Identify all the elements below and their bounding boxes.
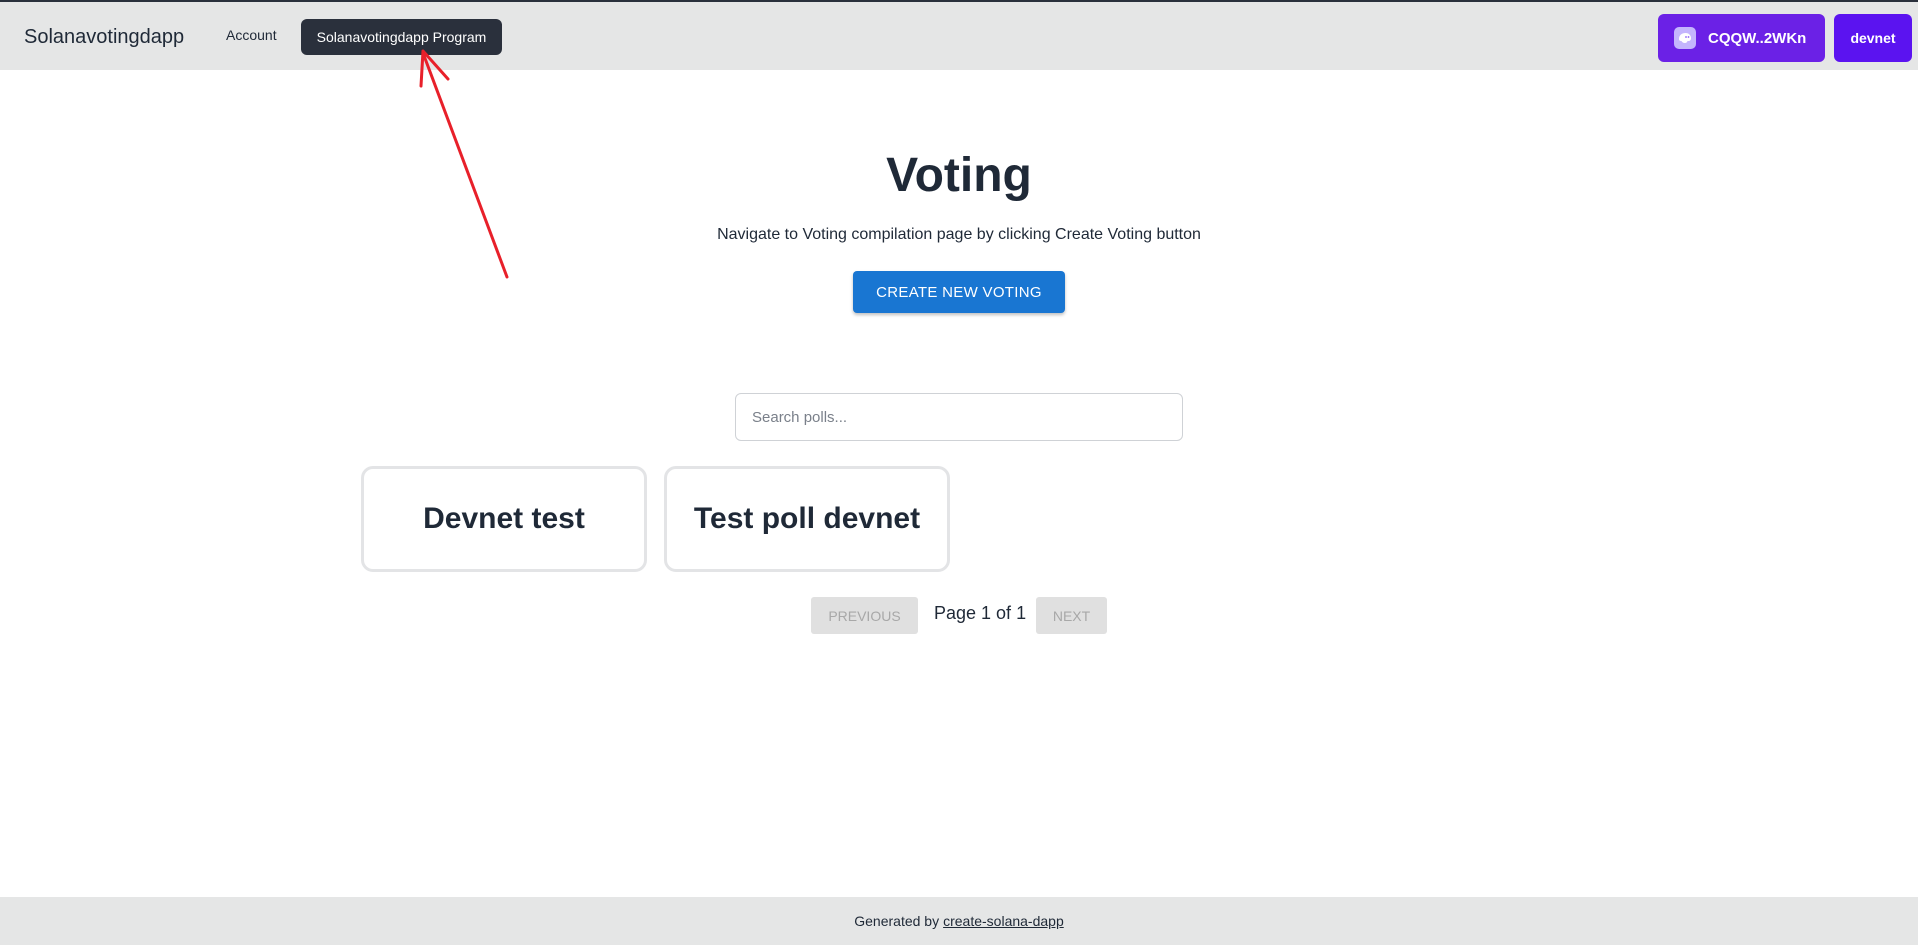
poll-card[interactable]: Devnet test [361,466,647,572]
brand-logo[interactable]: Solanavotingdapp [24,26,184,49]
cluster-button[interactable]: devnet [1834,14,1912,62]
red-arrow-icon [419,49,509,279]
create-voting-button[interactable]: CREATE NEW VOTING [853,271,1065,313]
ghost-icon [1674,27,1696,49]
page-indicator: Page 1 of 1 [934,603,1027,623]
wallet-button[interactable]: CQQW..2WKn [1658,14,1825,62]
page-title: Voting [886,149,1032,202]
previous-button[interactable]: PREVIOUS [811,597,918,634]
search-input[interactable] [735,393,1183,441]
next-button[interactable]: NEXT [1036,597,1107,634]
navbar: Solanavotingdapp Account Solanavotingdap… [0,2,1918,70]
footer-text: Generated by [854,913,940,929]
nav-link-program[interactable]: Solanavotingdapp Program [301,19,502,55]
footer: Generated by create-solana-dapp [0,897,1918,945]
page-subtitle: Navigate to Voting compilation page by c… [717,226,1201,243]
wallet-address: CQQW..2WKn [1708,29,1807,47]
poll-card[interactable]: Test poll devnet [664,466,950,572]
footer-link[interactable]: create-solana-dapp [943,913,1064,929]
nav-link-account[interactable]: Account [226,27,277,43]
